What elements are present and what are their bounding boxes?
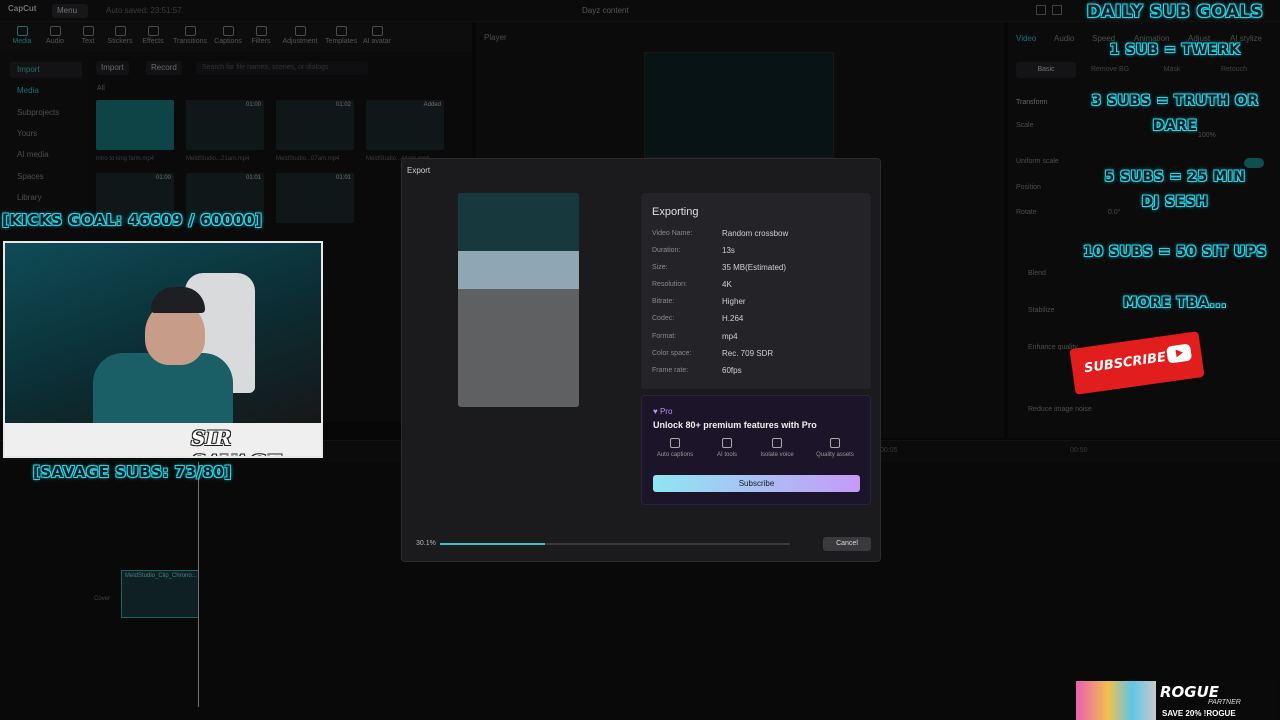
field-key: Codec: [652, 315, 675, 322]
feature-auto-captions: Auto captions [646, 438, 704, 458]
exporting-heading: Exporting [652, 206, 699, 218]
subscribe-button[interactable]: Subscribe [653, 475, 860, 492]
subscribe-graphic-label: SUBSCRIBE [1083, 349, 1167, 377]
goal-item: 3 SUBS = TRUTH OR [1091, 93, 1259, 109]
feature-quality-assets: Quality assets [806, 438, 864, 458]
field-color-space: Rec. 709 SDR [722, 349, 774, 358]
pro-unlock-text: Unlock 80+ premium features with Pro [653, 420, 817, 430]
export-progress-label: 30.1% [416, 540, 436, 547]
field-key: Color space: [652, 350, 692, 357]
field-codec: H.264 [722, 314, 744, 323]
preview-webcam [458, 193, 579, 251]
field-format: mp4 [722, 332, 738, 341]
isolate-voice-icon [772, 438, 782, 448]
field-key: Duration: [652, 247, 681, 254]
field-key: Resolution: [652, 281, 688, 288]
export-preview [458, 193, 579, 407]
preview-road [458, 289, 579, 407]
field-frame-rate: 60fps [722, 366, 742, 375]
export-progress-fill [440, 543, 546, 545]
webcam-overlay: SIR SAVAGE [3, 241, 323, 458]
export-dialog: Export Exporting Video Name: Random cross… [401, 158, 881, 562]
goal-item: 5 SUBS = 25 MIN [1104, 169, 1246, 185]
field-duration: 13s [722, 246, 735, 255]
field-key: Size: [652, 264, 668, 271]
field-video-name: Random crossbow [722, 229, 789, 238]
field-key: Frame rate: [652, 367, 689, 374]
quality-assets-icon [830, 438, 840, 448]
field-bitrate: Higher [722, 297, 746, 306]
energy-cans-image [1076, 681, 1156, 720]
preview-sky [458, 251, 579, 289]
rogue-save-code: SAVE 20% !ROGUE [1162, 709, 1236, 718]
youtube-play-icon [1166, 343, 1193, 364]
ai-tools-icon [722, 438, 732, 448]
goal-item: MORE TBA... [1123, 295, 1227, 311]
field-resolution: 4K [722, 280, 732, 289]
savage-subs-counter: [SAVAGE SUBS: 73/80] [33, 463, 232, 481]
feature-isolate-voice: Isolate voice [748, 438, 806, 458]
cancel-button[interactable]: Cancel [823, 537, 871, 551]
field-key: Format: [652, 333, 677, 340]
field-size: 35 MB(Estimated) [722, 263, 787, 272]
field-key: Bitrate: [652, 298, 675, 305]
goal-item: DARE [1152, 118, 1198, 134]
goal-item: 1 SUB = TWERK [1109, 42, 1241, 58]
kicks-goal-counter: [KICKS GOAL: 46609 / 60000] [2, 211, 263, 229]
webcam-signature: SIR SAVAGE [191, 426, 281, 456]
goals-title: DAILY SUB GOALS [1086, 2, 1264, 22]
rogue-partner: PARTNER [1208, 699, 1241, 706]
field-key: Video Name: [652, 230, 693, 237]
goal-item: 10 SUBS = 50 SIT UPS [1083, 244, 1267, 260]
pro-upsell-card: ♥ Pro Unlock 80+ premium features with P… [641, 395, 871, 505]
captions-icon [670, 438, 680, 448]
goal-item: DJ SESH [1141, 194, 1209, 210]
pro-badge: ♥ Pro [653, 407, 673, 416]
export-info-card: Exporting Video Name: Random crossbow Dur… [641, 193, 871, 389]
dialog-title: Export [407, 166, 431, 175]
rogue-partner-banner: ROGUE PARTNER SAVE 20% !ROGUE [1076, 681, 1276, 720]
